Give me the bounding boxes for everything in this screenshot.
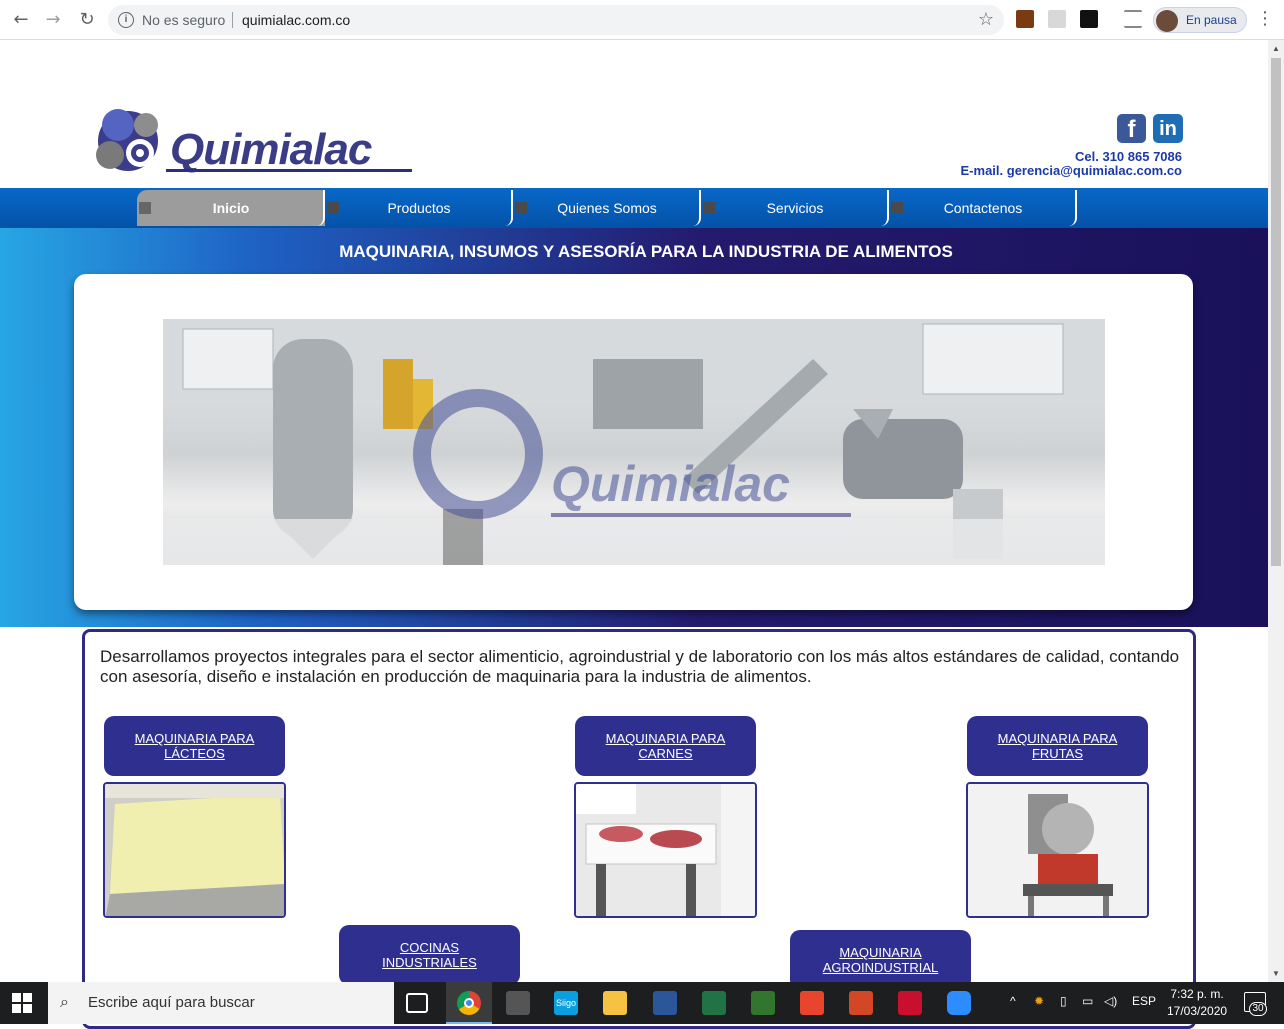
profile-button[interactable]: En pausa — [1153, 7, 1247, 33]
url-text[interactable]: quimialac.com.co — [242, 12, 350, 28]
acrobat-icon[interactable] — [898, 991, 922, 1015]
back-icon[interactable]: ← — [10, 9, 32, 31]
nav-bullet — [703, 202, 715, 214]
search-placeholder: Escribe aquí para buscar — [88, 994, 255, 1011]
nav-bullet — [891, 202, 903, 214]
linkedin-icon[interactable]: in — [1153, 114, 1183, 143]
nav-label: Productos — [387, 200, 451, 216]
nav-divider — [317, 190, 325, 226]
usb-icon[interactable]: ▯ — [1060, 994, 1067, 1008]
intro-text: Desarrollamos proyectos integrales para … — [100, 647, 1180, 686]
word-icon[interactable] — [653, 991, 677, 1015]
extension-icon[interactable] — [1016, 10, 1034, 28]
anydesk-icon[interactable] — [800, 991, 824, 1015]
nav-item-contactenos[interactable]: Contactenos — [889, 190, 1077, 226]
scroll-down-icon[interactable]: ▼ — [1272, 969, 1280, 978]
avast-icon[interactable]: ✹ — [1034, 994, 1044, 1008]
avatar — [1156, 10, 1178, 32]
meat-cutting-illustration — [576, 784, 755, 916]
file-explorer-icon[interactable] — [603, 991, 627, 1015]
address-bar[interactable]: i No es seguro quimialac.com.co ☆ — [108, 5, 1004, 35]
category-agroindustrial-link[interactable]: MAQUINARIA AGROINDUSTRIAL — [790, 930, 971, 990]
category-lacteos-link[interactable]: MAQUINARIA PARA LÁCTEOS — [104, 716, 285, 776]
language-indicator[interactable]: ESP — [1132, 994, 1156, 1008]
contact-email[interactable]: E-mail. gerencia@quimialac.com.co — [961, 163, 1182, 178]
scroll-thumb[interactable] — [1271, 58, 1281, 566]
nav-item-quienes-somos[interactable]: Quienes Somos — [513, 190, 701, 226]
clock[interactable]: 7:32 p. m. 17/03/2020 — [1167, 986, 1227, 1020]
logo-underline — [166, 169, 412, 172]
lacteos-photo[interactable] — [103, 782, 286, 918]
nav-bullet — [515, 202, 527, 214]
siigo-label: Siigo — [555, 998, 576, 1008]
notification-count: 30 — [1249, 1002, 1267, 1016]
watermark-underline — [551, 513, 851, 517]
nav-bullet — [139, 202, 151, 214]
gear-logo-icon — [96, 109, 158, 171]
menu-icon[interactable]: ⋮ — [1256, 8, 1274, 29]
forward-icon[interactable]: → — [42, 9, 64, 31]
clock-date: 17/03/2020 — [1167, 1004, 1228, 1018]
factory-illustration — [163, 319, 1105, 565]
taskbar-search[interactable]: ⌕ Escribe aquí para buscar — [48, 982, 394, 1024]
project-icon[interactable] — [751, 991, 775, 1015]
watermark-logo: Quimialac — [551, 456, 790, 512]
nav-divider — [693, 190, 701, 226]
windows-taskbar: ⌕ Escribe aquí para buscar Siigo ^ ✹ ▯ ▭… — [0, 982, 1284, 1024]
nav-label: Inicio — [212, 200, 250, 216]
nav-divider — [881, 190, 889, 226]
main-nav: Inicio Productos Quienes Somos Servicios… — [0, 188, 1268, 228]
nav-divider — [1069, 190, 1077, 226]
nav-label: Quienes Somos — [557, 200, 657, 216]
factory-photo: Quimialac — [163, 319, 1105, 565]
zoom-icon[interactable] — [947, 991, 971, 1015]
clock-time: 7:32 p. m. — [1170, 987, 1224, 1001]
contact-phone: Cel. 310 865 7086 — [1075, 149, 1182, 164]
nav-item-productos[interactable]: Productos — [325, 190, 513, 226]
search-icon: ⌕ — [60, 992, 69, 1011]
powerpoint-icon[interactable] — [849, 991, 873, 1015]
windows-start-icon[interactable] — [12, 993, 32, 1013]
watermark-gear — [413, 389, 543, 519]
nav-item-inicio[interactable]: Inicio — [137, 190, 325, 226]
frutas-photo[interactable] — [966, 782, 1149, 918]
media-icon[interactable] — [1124, 10, 1142, 28]
hero-title: MAQUINARIA, INSUMOS Y ASESORÍA PARA LA I… — [339, 242, 953, 261]
info-icon[interactable]: i — [118, 12, 134, 28]
excel-icon[interactable] — [702, 991, 726, 1015]
nav-divider — [505, 190, 513, 226]
nav-label: Contactenos — [943, 200, 1023, 216]
fruit-machine-illustration — [968, 784, 1147, 916]
profile-status: En pausa — [1186, 13, 1237, 27]
category-carnes-link[interactable]: MAQUINARIA PARA CARNES — [575, 716, 756, 776]
calculator-icon[interactable] — [506, 991, 530, 1015]
site-logo[interactable]: Quimialac — [88, 103, 418, 175]
pdf-extension-icon[interactable] — [1048, 10, 1066, 28]
chrome-taskbar-item[interactable] — [446, 982, 492, 1024]
facebook-icon[interactable]: f — [1117, 114, 1146, 143]
security-label: No es seguro — [142, 12, 226, 28]
nav-bullet — [327, 202, 339, 214]
hero-card: Quimialac — [74, 274, 1193, 610]
volume-icon[interactable]: ◁) — [1104, 994, 1117, 1008]
chevron-up-icon[interactable]: ^ — [1010, 994, 1016, 1008]
category-frutas-link[interactable]: MAQUINARIA PARA FRUTAS — [967, 716, 1148, 776]
carnes-photo[interactable] — [574, 782, 757, 918]
nav-label: Servicios — [766, 200, 824, 216]
omnibox-separator — [232, 12, 233, 28]
page-scrollbar[interactable]: ▲ ▼ — [1268, 40, 1284, 982]
logo-text: Quimialac — [170, 125, 372, 174]
task-view-icon[interactable] — [406, 993, 428, 1013]
bookmark-star-icon[interactable]: ☆ — [978, 9, 994, 30]
network-icon[interactable]: ▭ — [1082, 994, 1093, 1008]
extension-icon[interactable] — [1080, 10, 1098, 28]
siigo-icon[interactable]: Siigo — [554, 991, 578, 1015]
reload-icon[interactable]: ↻ — [76, 9, 98, 31]
milk-tank-illustration — [105, 784, 284, 916]
nav-item-servicios[interactable]: Servicios — [701, 190, 889, 226]
browser-toolbar: ← → ↻ i No es seguro quimialac.com.co ☆ … — [0, 0, 1284, 40]
hero-banner: MAQUINARIA, INSUMOS Y ASESORÍA PARA LA I… — [0, 228, 1268, 627]
category-cocinas-link[interactable]: COCINAS INDUSTRIALES — [339, 925, 520, 985]
scroll-up-icon[interactable]: ▲ — [1272, 44, 1280, 53]
